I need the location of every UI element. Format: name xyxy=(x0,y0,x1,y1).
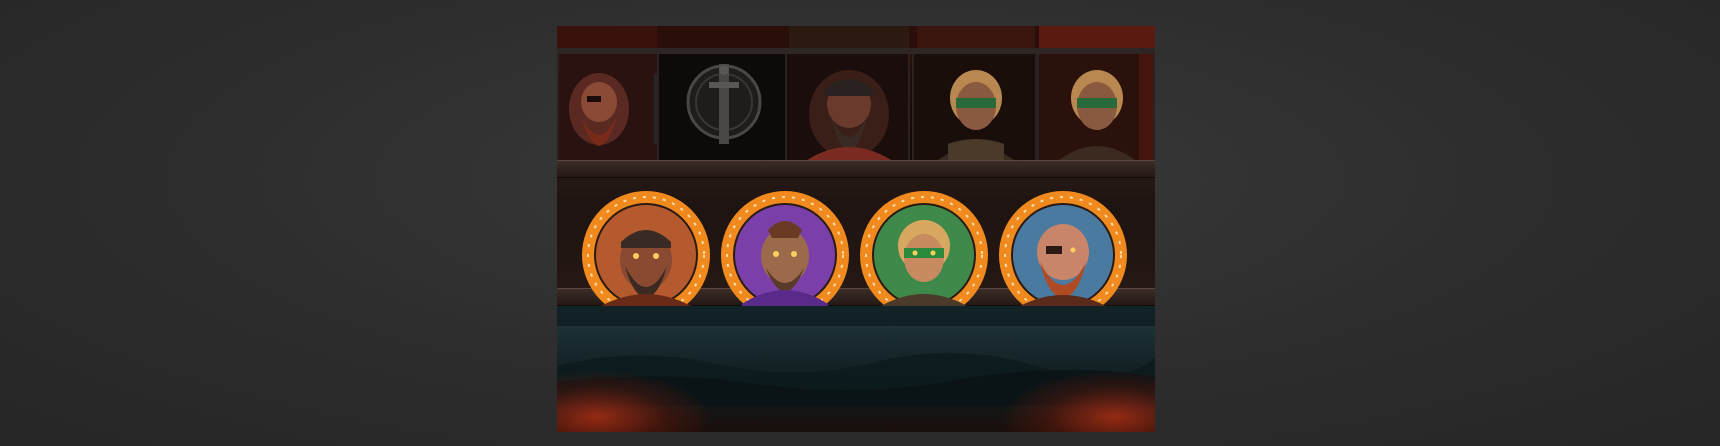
portrait-medallion-1 xyxy=(582,191,710,319)
sea-background xyxy=(557,306,1155,432)
reel-strip xyxy=(557,26,1155,160)
portrait-medallion-4 xyxy=(999,191,1127,319)
reel-cell-3 xyxy=(785,54,910,160)
reel-top-row xyxy=(557,26,1155,54)
sword-shield-symbol xyxy=(659,54,785,160)
reel-cell-4 xyxy=(912,54,1037,160)
bandana-warrior-symbol xyxy=(787,54,908,160)
portrait-medallion-2 xyxy=(721,191,849,319)
reel-cell-2 xyxy=(657,54,787,160)
portrait-band xyxy=(557,160,1155,319)
bandana-warrior-portrait[interactable] xyxy=(581,190,711,320)
shieldmaiden-portrait[interactable] xyxy=(859,190,989,320)
reel-cell-5 xyxy=(1037,54,1155,160)
eyepatch-warrior-portrait[interactable] xyxy=(998,190,1128,320)
band-top-frame xyxy=(557,160,1155,178)
shieldmaiden-symbol xyxy=(1039,54,1153,160)
game-viewport xyxy=(557,26,1155,432)
shieldmaiden-symbol xyxy=(914,54,1035,160)
mohawk-warrior-portrait[interactable] xyxy=(720,190,850,320)
portrait-medallion-3 xyxy=(860,191,988,319)
